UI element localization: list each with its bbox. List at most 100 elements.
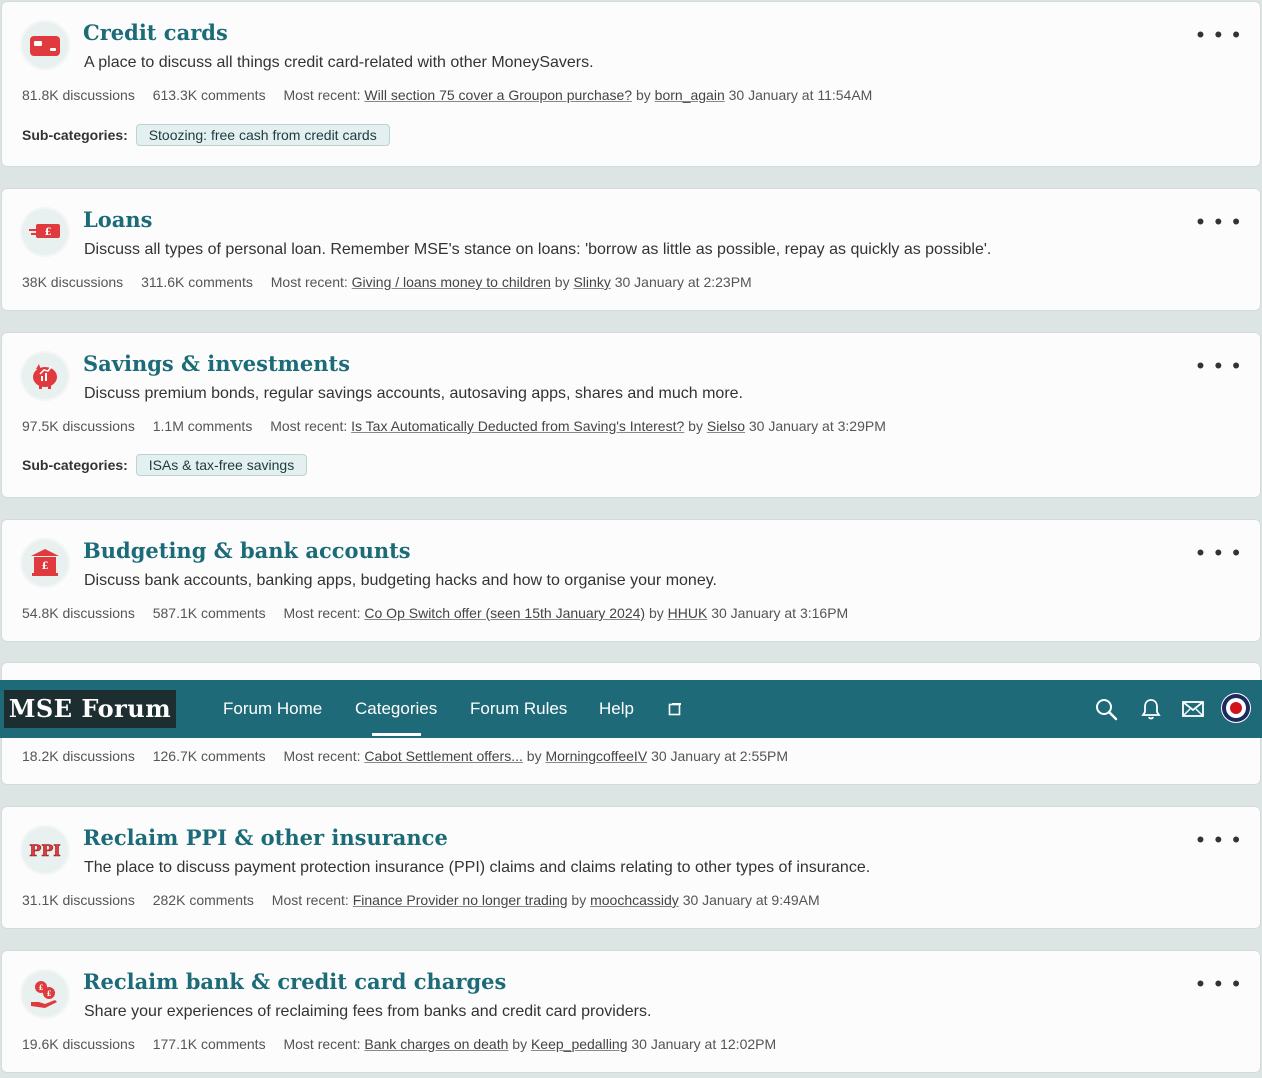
category-meta: 18.2K discussions 126.7K comments Most r…: [22, 748, 788, 764]
category-card-reclaim-ppi: PPI Reclaim PPI & other insurance • • • …: [1, 806, 1261, 929]
more-options-icon[interactable]: • • •: [1197, 973, 1242, 995]
by-label: by: [512, 1036, 528, 1052]
bank-building-icon: £: [20, 538, 70, 588]
by-label: by: [554, 274, 570, 290]
svg-text:£: £: [42, 561, 49, 572]
author-link[interactable]: born_again: [655, 87, 725, 103]
author-link[interactable]: Sielso: [707, 418, 745, 434]
recent-date: 30 January at 12:02PM: [631, 1036, 777, 1052]
category-card-loans: £ Loans • • • Discuss all types of perso…: [1, 188, 1261, 311]
discussion-count: 54.8K discussions: [22, 605, 135, 621]
nav-forum-rules[interactable]: Forum Rules: [470, 699, 567, 719]
subcategory-chip[interactable]: ISAs & tax-free savings: [135, 454, 308, 476]
by-label: by: [526, 748, 542, 764]
comment-count: 311.6K comments: [141, 274, 253, 290]
category-description: A place to discuss all things credit car…: [84, 54, 594, 71]
ppi-icon: PPI: [20, 825, 70, 875]
recent-discussion-link[interactable]: Bank charges on death: [364, 1036, 508, 1052]
comment-count: 587.1K comments: [152, 605, 266, 621]
recent-date: 30 January at 11:54AM: [728, 87, 873, 103]
category-description: Discuss bank accounts, banking apps, bud…: [84, 572, 717, 589]
category-title[interactable]: Credit cards: [83, 20, 228, 45]
user-avatar[interactable]: [1221, 693, 1251, 723]
category-meta: 97.5K discussions 1.1M comments Most rec…: [22, 418, 886, 434]
credit-card-icon: [20, 20, 70, 70]
active-nav-indicator: [372, 733, 421, 736]
piggy-bank-icon: [20, 351, 70, 401]
category-title[interactable]: Budgeting & bank accounts: [83, 538, 411, 563]
recent-discussion-link[interactable]: Will section 75 cover a Groupon purchase…: [364, 87, 632, 103]
recent-discussion-link[interactable]: Is Tax Automatically Deducted from Savin…: [351, 418, 684, 434]
ppi-icon-text: PPI: [29, 841, 61, 860]
by-label: by: [648, 605, 664, 621]
more-options-icon[interactable]: • • •: [1197, 24, 1242, 46]
more-options-icon[interactable]: • • •: [1197, 829, 1242, 851]
search-icon[interactable]: [1094, 697, 1118, 726]
recent-date: 30 January at 3:29PM: [748, 418, 886, 434]
most-recent-label: Most recent:: [270, 274, 348, 290]
comment-count: 282K comments: [152, 892, 254, 908]
bell-icon[interactable]: [1139, 697, 1163, 726]
comment-count: 126.7K comments: [152, 748, 266, 764]
by-label: by: [571, 892, 587, 908]
recent-date: 30 January at 2:55PM: [651, 748, 789, 764]
svg-text:£: £: [47, 989, 52, 998]
author-link[interactable]: MorningcoffeeIV: [545, 748, 647, 764]
nav-categories[interactable]: Categories: [355, 699, 437, 719]
most-recent-label: Most recent:: [283, 748, 361, 764]
more-options-icon[interactable]: • • •: [1197, 211, 1242, 233]
nav-forum-home[interactable]: Forum Home: [223, 699, 322, 719]
discussion-count: 31.1K discussions: [22, 892, 135, 908]
category-title[interactable]: Loans: [83, 207, 152, 232]
category-title[interactable]: Reclaim PPI & other insurance: [83, 825, 448, 850]
author-link[interactable]: HHUK: [668, 605, 708, 621]
category-title[interactable]: Reclaim bank & credit card charges: [83, 969, 506, 994]
recent-discussion-link[interactable]: Co Op Switch offer (seen 15th January 20…: [364, 605, 645, 621]
discussion-count: 38K discussions: [22, 274, 124, 290]
subcategory-chip[interactable]: Stoozing: free cash from credit cards: [135, 124, 390, 146]
more-options-icon[interactable]: • • •: [1197, 542, 1242, 564]
most-recent-label: Most recent:: [270, 418, 348, 434]
external-window-icon[interactable]: [668, 702, 682, 721]
recent-date: 30 January at 9:49AM: [682, 892, 820, 908]
category-description: Share your experiences of reclaiming fee…: [84, 1003, 652, 1020]
subcategories-label: Sub-categories:: [22, 127, 128, 143]
category-card-credit-cards: Credit cards • • • A place to discuss al…: [1, 1, 1261, 167]
recent-discussion-link[interactable]: Cabot Settlement offers...: [364, 748, 523, 764]
recent-discussion-link[interactable]: Finance Provider no longer trading: [353, 892, 568, 908]
author-link[interactable]: Slinky: [573, 274, 610, 290]
category-meta: 81.8K discussions 613.3K comments Most r…: [22, 87, 872, 103]
subcategories-label: Sub-categories:: [22, 457, 128, 473]
category-meta: 38K discussions 311.6K comments Most rec…: [22, 274, 752, 290]
category-title[interactable]: Savings & investments: [83, 351, 350, 376]
by-label: by: [635, 87, 651, 103]
discussion-count: 81.8K discussions: [22, 87, 135, 103]
comment-count: 613.3K comments: [152, 87, 266, 103]
mail-icon[interactable]: [1181, 697, 1205, 726]
subcategories: Sub-categories: ISAs & tax-free savings: [22, 454, 308, 476]
discussion-count: 97.5K discussions: [22, 418, 135, 434]
most-recent-label: Most recent:: [283, 605, 361, 621]
category-card-reclaim-charges: £ £ Reclaim bank & credit card charges •…: [1, 950, 1261, 1073]
recent-date: 30 January at 3:16PM: [711, 605, 849, 621]
svg-text:£: £: [39, 983, 44, 992]
category-meta: 54.8K discussions 587.1K comments Most r…: [22, 605, 848, 621]
site-logo[interactable]: MSE Forum: [4, 690, 176, 728]
most-recent-label: Most recent:: [283, 87, 361, 103]
category-meta: 31.1K discussions 282K comments Most rec…: [22, 892, 820, 908]
comment-count: 1.1M comments: [152, 418, 253, 434]
category-description: Discuss all types of personal loan. Reme…: [84, 241, 992, 258]
category-card-savings: Savings & investments • • • Discuss prem…: [1, 332, 1261, 498]
most-recent-label: Most recent:: [283, 1036, 361, 1052]
discussion-count: 18.2K discussions: [22, 748, 135, 764]
author-link[interactable]: moochcassidy: [590, 892, 679, 908]
top-navbar: MSE Forum Forum Home Categories Forum Ru…: [0, 680, 1262, 738]
recent-date: 30 January at 2:23PM: [614, 274, 752, 290]
more-options-icon[interactable]: • • •: [1197, 355, 1242, 377]
nav-help[interactable]: Help: [599, 699, 634, 719]
svg-text:£: £: [45, 227, 52, 238]
category-meta: 19.6K discussions 177.1K comments Most r…: [22, 1036, 776, 1052]
reclaim-coins-icon: £ £: [20, 969, 70, 1019]
author-link[interactable]: Keep_pedalling: [531, 1036, 628, 1052]
recent-discussion-link[interactable]: Giving / loans money to children: [352, 274, 551, 290]
